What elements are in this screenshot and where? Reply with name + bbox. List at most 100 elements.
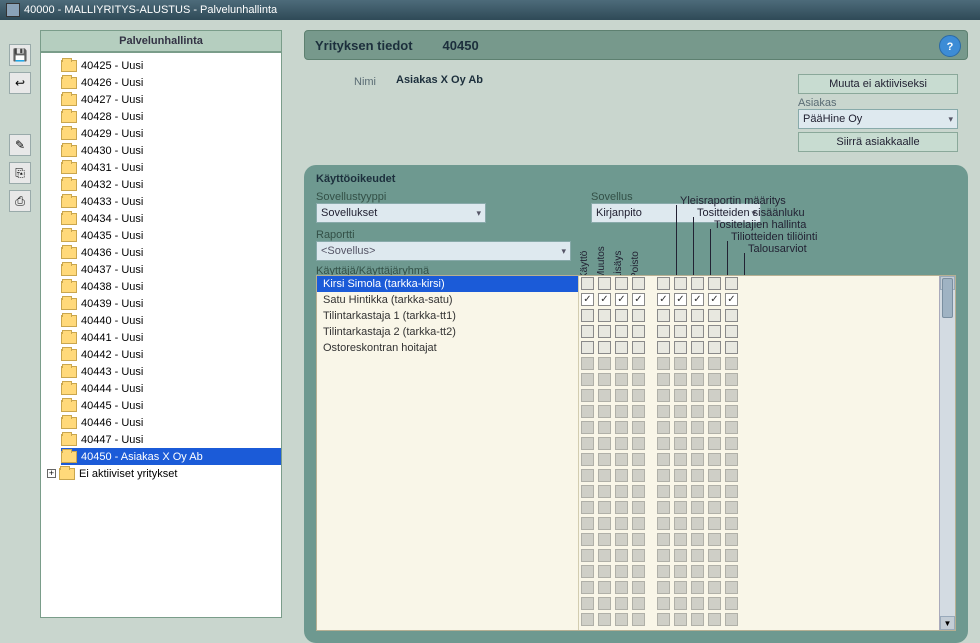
tree-item[interactable]: 40445 - Uusi — [61, 397, 281, 414]
tree-item[interactable]: 40440 - Uusi — [61, 312, 281, 329]
tree-item[interactable]: 40438 - Uusi — [61, 278, 281, 295]
permission-checkbox[interactable] — [674, 293, 687, 306]
expand-icon[interactable]: + — [47, 469, 56, 478]
tree-item[interactable]: 40425 - Uusi — [61, 57, 281, 74]
permission-checkbox[interactable] — [581, 277, 594, 290]
permission-checkbox[interactable] — [674, 325, 687, 338]
permission-checkbox[interactable] — [691, 309, 704, 322]
permission-checkbox[interactable] — [708, 309, 721, 322]
permission-checkbox[interactable] — [674, 309, 687, 322]
permission-checkbox[interactable] — [632, 277, 645, 290]
permission-checkbox[interactable] — [598, 341, 611, 354]
tool-icon-2[interactable]: ⎘ — [9, 162, 31, 184]
tree-item[interactable]: 40446 - Uusi — [61, 414, 281, 431]
tree-item[interactable]: 40439 - Uusi — [61, 295, 281, 312]
permission-checkbox — [691, 565, 704, 578]
scroll-thumb[interactable] — [942, 278, 953, 318]
permission-checkbox[interactable] — [725, 293, 738, 306]
permission-checkbox[interactable] — [598, 309, 611, 322]
permission-checkbox[interactable] — [598, 293, 611, 306]
tree-item[interactable]: 40428 - Uusi — [61, 108, 281, 125]
permission-checkbox[interactable] — [615, 325, 628, 338]
permission-checkbox — [674, 597, 687, 610]
permission-checkbox[interactable] — [581, 341, 594, 354]
permission-checkbox[interactable] — [615, 341, 628, 354]
report-select[interactable]: <Sovellus>▾ — [316, 241, 571, 261]
help-button[interactable]: ? — [939, 35, 961, 57]
permission-checkbox[interactable] — [657, 309, 670, 322]
permission-checkbox[interactable] — [657, 277, 670, 290]
permission-checkbox — [632, 437, 645, 450]
permission-checkbox[interactable] — [691, 293, 704, 306]
tree-item[interactable]: 40434 - Uusi — [61, 210, 281, 227]
permission-checkbox[interactable] — [725, 341, 738, 354]
permission-checkbox[interactable] — [674, 341, 687, 354]
folder-icon — [61, 264, 77, 276]
user-row[interactable]: Ostoreskontran hoitajat — [317, 340, 578, 356]
permission-checkbox[interactable] — [615, 277, 628, 290]
save-icon[interactable]: 💾 — [9, 44, 31, 66]
tree-item[interactable]: 40441 - Uusi — [61, 329, 281, 346]
tree-item[interactable]: 40436 - Uusi — [61, 244, 281, 261]
tree-item[interactable]: 40429 - Uusi — [61, 125, 281, 142]
permission-checkbox[interactable] — [657, 341, 670, 354]
tree-item[interactable]: 40444 - Uusi — [61, 380, 281, 397]
permission-checkbox[interactable] — [674, 277, 687, 290]
permission-checkbox[interactable] — [657, 325, 670, 338]
permission-checkbox[interactable] — [581, 309, 594, 322]
user-row[interactable]: Kirsi Simola (tarkka-kirsi) — [317, 276, 578, 292]
tree-item[interactable]: 40426 - Uusi — [61, 74, 281, 91]
transfer-button[interactable]: Siirrä asiakkaalle — [798, 132, 958, 152]
tree-item[interactable]: 40427 - Uusi — [61, 91, 281, 108]
permission-checkbox[interactable] — [581, 325, 594, 338]
customer-select[interactable]: PääHine Oy — [798, 109, 958, 129]
permission-checkbox[interactable] — [725, 277, 738, 290]
permission-checkbox[interactable] — [691, 277, 704, 290]
permission-checkbox[interactable] — [615, 293, 628, 306]
tree-item[interactable]: 40437 - Uusi — [61, 261, 281, 278]
tool-icon-3[interactable]: ⎙ — [9, 190, 31, 212]
permission-checkbox — [725, 389, 738, 402]
tree-item[interactable]: 40442 - Uusi — [61, 346, 281, 363]
permission-checkbox[interactable] — [598, 325, 611, 338]
tree-item[interactable]: 40443 - Uusi — [61, 363, 281, 380]
tree-item[interactable]: 40433 - Uusi — [61, 193, 281, 210]
permission-checkbox[interactable] — [708, 277, 721, 290]
tree-item[interactable]: 40435 - Uusi — [61, 227, 281, 244]
permission-checkbox[interactable] — [725, 309, 738, 322]
user-row[interactable]: Tilintarkastaja 1 (tarkka-tt1) — [317, 308, 578, 324]
tree-item[interactable]: 40450 - Asiakas X Oy Ab — [61, 448, 281, 465]
permission-checkbox[interactable] — [632, 309, 645, 322]
permission-checkbox[interactable] — [615, 309, 628, 322]
tree-item[interactable]: 40431 - Uusi — [61, 159, 281, 176]
tree-item[interactable]: 40447 - Uusi — [61, 431, 281, 448]
permission-checkbox[interactable] — [632, 341, 645, 354]
permission-checkbox[interactable] — [691, 325, 704, 338]
scroll-down-icon[interactable]: ▼ — [940, 616, 955, 630]
permission-checkbox[interactable] — [708, 325, 721, 338]
tree-item-inactive[interactable]: +Ei aktiiviset yritykset — [47, 465, 281, 482]
deactivate-button[interactable]: Muuta ei aktiiviseksi — [798, 74, 958, 94]
tree-item[interactable]: 40430 - Uusi — [61, 142, 281, 159]
tool-icon-1[interactable]: ✎ — [9, 134, 31, 156]
grid-scrollbar[interactable]: ▲ ▼ — [939, 276, 955, 630]
permission-checkbox[interactable] — [657, 293, 670, 306]
permission-checkbox[interactable] — [725, 325, 738, 338]
permission-checkbox[interactable] — [691, 341, 704, 354]
permission-checkbox — [657, 389, 670, 402]
user-row[interactable]: Satu Hintikka (tarkka-satu) — [317, 292, 578, 308]
tree-item[interactable]: 40432 - Uusi — [61, 176, 281, 193]
permission-checkbox[interactable] — [708, 293, 721, 306]
permission-checkbox[interactable] — [598, 277, 611, 290]
user-row[interactable]: Tilintarkastaja 2 (tarkka-tt2) — [317, 324, 578, 340]
apptype-select[interactable]: Sovellukset — [316, 203, 486, 223]
permission-checkbox[interactable] — [632, 325, 645, 338]
permission-checkbox — [708, 581, 721, 594]
back-icon[interactable]: ↩ — [9, 72, 31, 94]
permission-checkbox — [615, 389, 628, 402]
company-tree[interactable]: 40425 - Uusi40426 - Uusi40427 - Uusi4042… — [40, 52, 282, 618]
permission-checkbox — [674, 437, 687, 450]
permission-checkbox[interactable] — [581, 293, 594, 306]
permission-checkbox[interactable] — [632, 293, 645, 306]
permission-checkbox[interactable] — [708, 341, 721, 354]
